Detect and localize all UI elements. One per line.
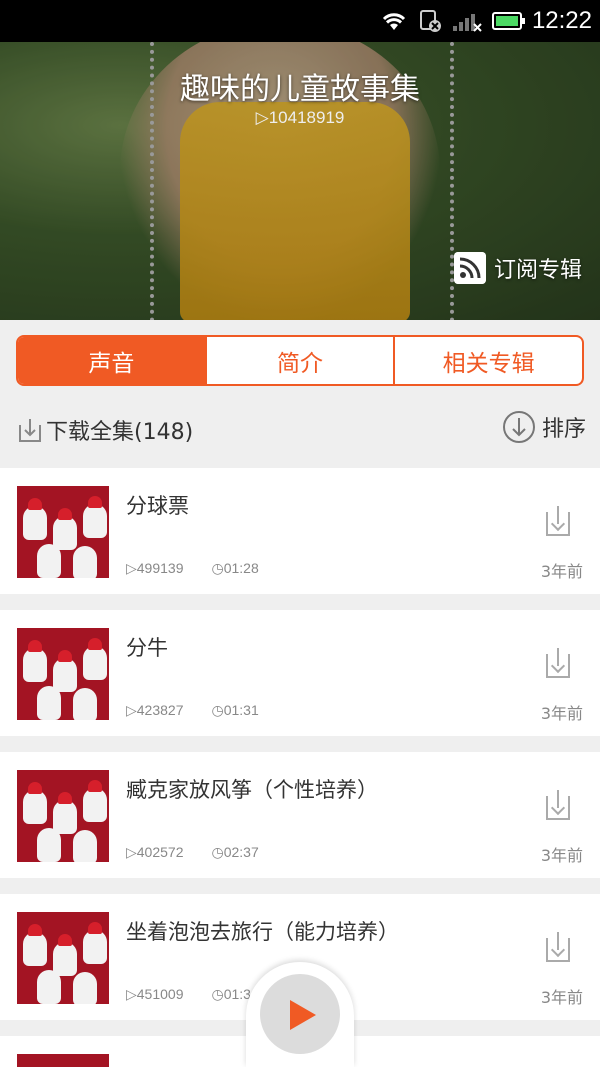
album-title: 趣味的儿童故事集 [180, 72, 420, 107]
download-icon [19, 419, 41, 442]
track-title: 坐着泡泡去旅行（能力培养） [126, 920, 399, 944]
track-play-count: ▷451009 [126, 986, 184, 1002]
status-bar: 12:22 [0, 0, 600, 42]
track-item[interactable]: 分球票 ▷499139 ◷01:28 3年前 [0, 468, 600, 594]
tab-sounds[interactable]: 声音 [18, 337, 207, 384]
track-play-count: ▷499139 [126, 560, 184, 576]
sort-button[interactable]: 排序 [502, 410, 586, 444]
track-play-count: ▷423827 [126, 702, 184, 718]
track-age: 3年前 [540, 988, 583, 1007]
album-header: 趣味的儿童故事集 ▷10418919 订阅专辑 [0, 42, 600, 320]
rss-icon [453, 252, 486, 284]
track-duration: ◷01:28 [211, 560, 259, 576]
track-title: 分牛 [126, 636, 168, 660]
wifi-icon [382, 13, 406, 30]
subscribe-button[interactable]: 订阅专辑 [453, 252, 582, 284]
list-toolbar: 下载全集(148) 排序 [0, 400, 600, 458]
track-age: 3年前 [540, 562, 583, 581]
sort-icon [502, 411, 535, 443]
tab-intro[interactable]: 简介 [207, 337, 396, 384]
play-icon [290, 1000, 316, 1030]
track-thumbnail [17, 486, 109, 578]
track-item[interactable]: 分牛 ▷423827 ◷01:31 3年前 [0, 610, 600, 736]
track-duration: ◷01:3 [211, 986, 251, 1002]
track-play-count: ▷402572 [126, 844, 184, 860]
album-play-count: ▷10418919 [255, 108, 345, 127]
track-age: 3年前 [540, 704, 583, 723]
track-meta: ▷423827 ◷01:31 [126, 702, 259, 719]
track-title: 臧克家放风筝（个性培养） [126, 778, 378, 802]
track-meta: ▷499139 ◷01:28 [126, 560, 259, 577]
download-icon[interactable] [546, 932, 570, 962]
track-meta: ▷402572 ◷02:37 [126, 844, 259, 861]
track-duration: ◷01:31 [211, 702, 259, 718]
tab-bar: 声音 简介 相关专辑 [16, 335, 584, 386]
track-age: 3年前 [540, 846, 583, 865]
track-meta: ▷451009 ◷01:3 [126, 986, 251, 1003]
track-duration: ◷02:37 [211, 844, 259, 860]
sim-card-icon [419, 10, 441, 32]
battery-icon [491, 12, 525, 30]
download-icon[interactable] [546, 506, 570, 536]
download-all-button[interactable]: 下载全集(148) [18, 414, 193, 446]
download-icon[interactable] [546, 648, 570, 678]
track-thumbnail [17, 770, 109, 862]
tab-related-albums[interactable]: 相关专辑 [395, 337, 582, 384]
track-thumbnail [17, 628, 109, 720]
status-icons: 12:22 [380, 6, 592, 36]
download-icon[interactable] [546, 790, 570, 820]
subscribe-label: 订阅专辑 [493, 258, 582, 283]
signal-icon [452, 14, 482, 32]
track-thumbnail [17, 912, 109, 1004]
track-title: 分球票 [126, 494, 189, 518]
sort-label: 排序 [541, 417, 586, 442]
track-thumbnail [17, 1054, 109, 1067]
clock: 12:22 [531, 7, 592, 34]
mini-player-button[interactable] [246, 962, 354, 1067]
track-item[interactable]: 臧克家放风筝（个性培养） ▷402572 ◷02:37 3年前 [0, 752, 600, 878]
download-all-label: 下载全集(148) [46, 420, 194, 445]
